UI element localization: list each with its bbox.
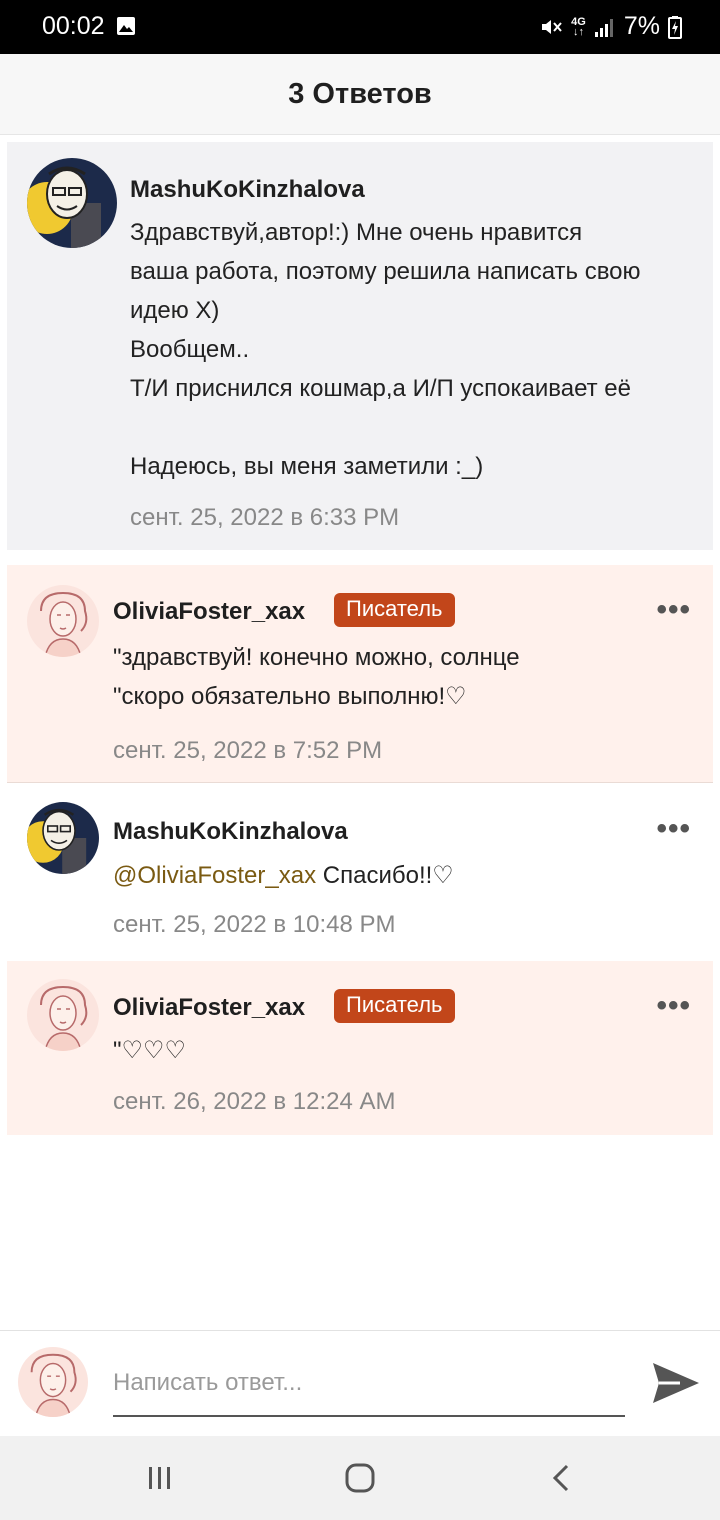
main-comment: MashuKoKinzhalova Здравствуй,автор!:) Мн… — [7, 142, 713, 550]
reply-text: "здравствуй! конечно можно, солнце "скор… — [113, 644, 520, 710]
avatar-image — [27, 979, 99, 1051]
mute-icon — [542, 19, 562, 34]
send-icon[interactable] — [650, 1357, 702, 1409]
current-user-avatar — [18, 1347, 88, 1417]
avatar[interactable] — [27, 802, 99, 874]
more-icon[interactable]: ••• — [656, 989, 691, 1023]
reply-item: OliviaFoster_xax Писатель ••• "здравству… — [7, 565, 713, 783]
battery-icon — [668, 15, 682, 39]
more-icon[interactable]: ••• — [656, 812, 691, 846]
comment-text: Здравствуй,автор!:) Мне очень нравится в… — [130, 219, 641, 480]
network-type: 4G ↓↑ — [571, 15, 586, 38]
avatar[interactable] — [27, 158, 117, 248]
status-bar: 00:02 4G ↓↑ 7% — [0, 0, 720, 54]
reply-item: MashuKoKinzhalova ••• @OliviaFoster_xax … — [7, 784, 713, 959]
status-time: 00:02 — [42, 12, 105, 40]
signal-icon — [594, 18, 613, 37]
status-right: 4G ↓↑ 7% — [539, 12, 682, 41]
more-icon[interactable]: ••• — [656, 593, 691, 627]
reply-bar: Написать ответ... — [0, 1330, 720, 1437]
reply-text: "♡♡♡ — [113, 1037, 187, 1064]
battery-percent: 7% — [623, 12, 660, 40]
reply-timestamp: сент. 26, 2022 в 12:24 AM — [113, 1088, 396, 1115]
page-header: 3 Ответов — [0, 54, 720, 135]
page-title: 3 Ответов — [288, 77, 432, 110]
image-icon — [117, 17, 135, 35]
avatar-image — [27, 158, 117, 248]
reply-input[interactable]: Написать ответ... — [113, 1365, 625, 1417]
reply-username[interactable]: MashuKoKinzhalova — [113, 818, 348, 846]
reply-username[interactable]: OliviaFoster_xax — [113, 994, 305, 1022]
comment-username[interactable]: MashuKoKinzhalova — [130, 176, 365, 204]
reply-item: OliviaFoster_xax Писатель ••• "♡♡♡ сент.… — [7, 961, 713, 1135]
writer-badge: Писатель — [334, 989, 455, 1023]
recents-icon[interactable] — [138, 1456, 182, 1500]
back-icon[interactable] — [540, 1456, 584, 1500]
reply-text: @OliviaFoster_xax Спасибо!!♡ — [113, 856, 693, 895]
avatar-image — [18, 1347, 88, 1417]
reply-text-content: Спасибо!!♡ — [316, 862, 454, 889]
reply-timestamp: сент. 25, 2022 в 10:48 PM — [113, 911, 396, 938]
avatar[interactable] — [27, 585, 99, 657]
reply-username[interactable]: OliviaFoster_xax — [113, 598, 305, 626]
system-nav-bar — [0, 1436, 720, 1520]
home-icon[interactable] — [338, 1456, 382, 1500]
avatar-image — [27, 802, 99, 874]
mention-link[interactable]: @OliviaFoster_xax — [113, 862, 316, 889]
avatar-image — [27, 585, 99, 657]
comment-timestamp: сент. 25, 2022 в 6:33 PM — [130, 504, 400, 531]
reply-timestamp: сент. 25, 2022 в 7:52 PM — [113, 737, 383, 764]
avatar[interactable] — [27, 979, 99, 1051]
writer-badge: Писатель — [334, 593, 455, 627]
